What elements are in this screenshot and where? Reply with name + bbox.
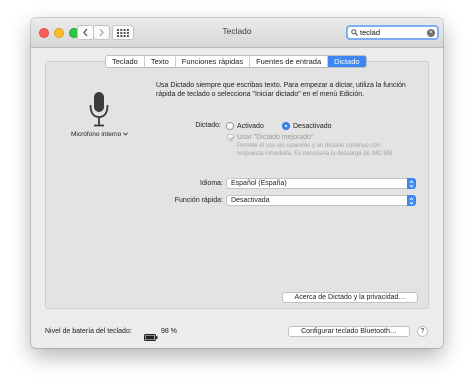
radio-on-indicator xyxy=(226,122,234,130)
battery-icon xyxy=(144,328,158,346)
preferences-window: Teclado × Teclado Texto Funciones rápida… xyxy=(31,18,443,348)
dictation-on-label: Activado xyxy=(237,122,264,130)
shortcut-value: Desactivada xyxy=(231,197,270,204)
battery-label: Nivel de batería del teclado: xyxy=(45,328,132,335)
tab-keyboard[interactable]: Teclado xyxy=(106,56,145,67)
tab-text[interactable]: Texto xyxy=(144,56,176,67)
microphone-source-menu[interactable]: Micrófono interno xyxy=(71,131,128,138)
shortcut-label: Función rápida: xyxy=(174,197,223,204)
chevron-down-icon xyxy=(123,132,128,136)
dictation-off-radio[interactable]: Desactivado xyxy=(282,122,332,130)
enhanced-dictation-label: Usar "Dictado mejorado" xyxy=(237,134,314,141)
language-value: Español (España) xyxy=(231,180,287,187)
microphone-icon xyxy=(89,92,109,133)
shortcut-select[interactable]: Desactivada xyxy=(226,195,416,206)
dictation-off-label: Desactivado xyxy=(293,122,332,130)
microphone-source-label: Micrófono interno xyxy=(71,131,122,138)
dictation-description: Usa Dictado siempre que escribas texto. … xyxy=(156,82,406,98)
dictation-on-radio[interactable]: Activado xyxy=(226,122,264,130)
battery-percent: 98 % xyxy=(161,328,177,335)
titlebar: Teclado × xyxy=(31,18,443,48)
tab-dictation[interactable]: Dictado xyxy=(328,56,366,67)
language-label: Idioma: xyxy=(200,180,223,187)
radio-off-indicator xyxy=(282,122,290,130)
enhanced-dictation-note: Permite el uso sin conexión y un dictado… xyxy=(237,143,395,157)
clear-icon[interactable]: × xyxy=(427,29,435,37)
tab-input-sources[interactable]: Fuentes de entrada xyxy=(250,56,329,67)
about-dictation-button[interactable]: Acerca de Dictado y la privacidad… xyxy=(282,292,418,303)
search-input[interactable] xyxy=(360,28,422,37)
tab-bar: Teclado Texto Funciones rápidas Fuentes … xyxy=(105,55,367,68)
updown-icon xyxy=(407,195,416,206)
language-select[interactable]: Español (España) xyxy=(226,178,416,189)
enhanced-dictation-checkbox[interactable]: Usar "Dictado mejorado" xyxy=(227,134,314,141)
dictation-label: Dictado: xyxy=(195,122,221,129)
updown-icon xyxy=(407,178,416,189)
bluetooth-keyboard-button[interactable]: Configurar teclado Bluetooth… xyxy=(288,326,410,337)
help-button[interactable]: ? xyxy=(417,326,428,337)
search-field[interactable]: × xyxy=(346,25,439,40)
tab-shortcuts[interactable]: Funciones rápidas xyxy=(175,56,251,67)
search-icon xyxy=(351,29,358,36)
checkbox-indicator xyxy=(227,134,234,141)
